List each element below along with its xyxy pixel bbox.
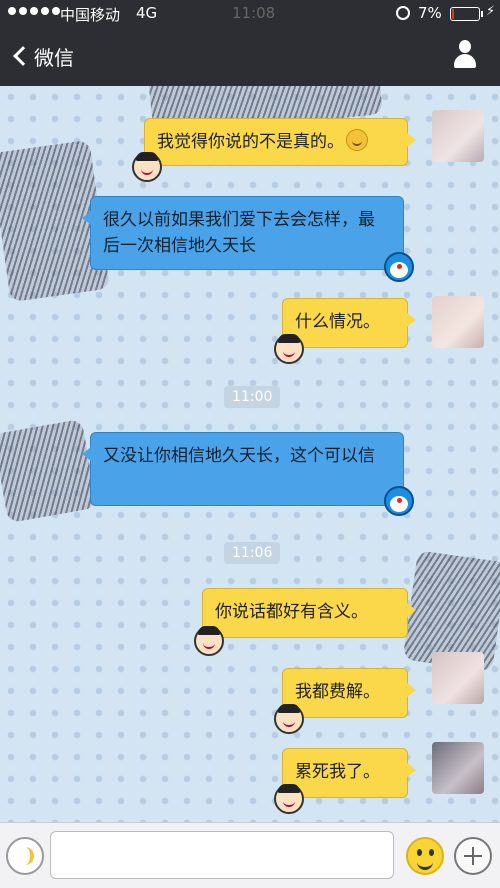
battery-percent: 7% <box>418 4 442 22</box>
message-text: 又没让你相信地久天长，这个可以信 <box>103 446 375 466</box>
top-bar: 中国移动 4G 11:08 7% ⚡ 微信 <box>0 0 500 86</box>
timestamp: 11:00 <box>224 386 281 408</box>
back-button[interactable]: 微信 <box>10 40 74 72</box>
message-bubble[interactable]: 很久以前如果我们爱下去会怎样，最后一次相信地久天长 <box>82 196 404 270</box>
my-profile-picture[interactable] <box>432 296 484 348</box>
redaction-scribble <box>0 418 98 524</box>
nobita-avatar-icon <box>132 152 162 182</box>
chevron-left-icon <box>13 46 33 66</box>
back-label: 微信 <box>34 45 74 70</box>
voice-icon[interactable] <box>6 837 44 875</box>
carrier-name: 中国移动 <box>60 6 121 24</box>
doraemon-avatar-icon <box>384 252 414 282</box>
input-bar <box>0 822 500 888</box>
user-icon[interactable] <box>452 40 478 70</box>
message-text: 很久以前如果我们爱下去会怎样，最后一次相信地久天长 <box>103 210 375 256</box>
chat-area[interactable]: 我觉得你说的不是真的。 很久以前如果我们爱下去会怎样，最后一次相信地久天长 什么… <box>0 86 500 822</box>
nobita-avatar-icon <box>274 784 304 814</box>
user-icon-body <box>454 54 476 68</box>
smile-emoji-icon <box>346 129 368 151</box>
timestamp: 11:06 <box>224 542 281 564</box>
message-text: 什么情况。 <box>295 312 380 332</box>
nobita-avatar-icon <box>274 334 304 364</box>
nobita-avatar-icon <box>194 626 224 656</box>
network-type: 4G <box>136 4 158 22</box>
plus-icon[interactable] <box>454 837 492 875</box>
battery-icon <box>450 7 480 21</box>
my-profile-picture[interactable] <box>432 110 484 162</box>
status-time: 11:08 <box>232 4 276 22</box>
battery-tip <box>481 11 483 17</box>
my-profile-picture[interactable] <box>432 742 484 794</box>
status-bar: 中国移动 4G 11:08 7% ⚡ <box>0 0 500 28</box>
doraemon-avatar-icon <box>384 486 414 516</box>
message-text: 你说话都好有含义。 <box>215 602 368 622</box>
user-icon-head <box>459 40 471 53</box>
my-profile-picture[interactable] <box>432 652 484 704</box>
message-text: 我觉得你说的不是真的。 <box>157 132 344 152</box>
message-text: 我都费解。 <box>295 682 380 702</box>
emoji-icon[interactable] <box>406 837 444 875</box>
message-bubble[interactable]: 你说话都好有含义。 <box>202 588 416 638</box>
battery-level-fill <box>452 9 454 19</box>
message-text: 累死我了。 <box>295 762 380 782</box>
message-bubble[interactable]: 我觉得你说的不是真的。 <box>144 118 416 166</box>
message-input[interactable] <box>50 831 394 879</box>
charging-icon: ⚡ <box>486 4 496 19</box>
signal-strength-icon <box>8 7 60 15</box>
nobita-avatar-icon <box>274 704 304 734</box>
message-bubble[interactable]: 又没让你相信地久天长，这个可以信 <box>82 432 404 506</box>
rotation-lock-icon <box>396 6 410 20</box>
